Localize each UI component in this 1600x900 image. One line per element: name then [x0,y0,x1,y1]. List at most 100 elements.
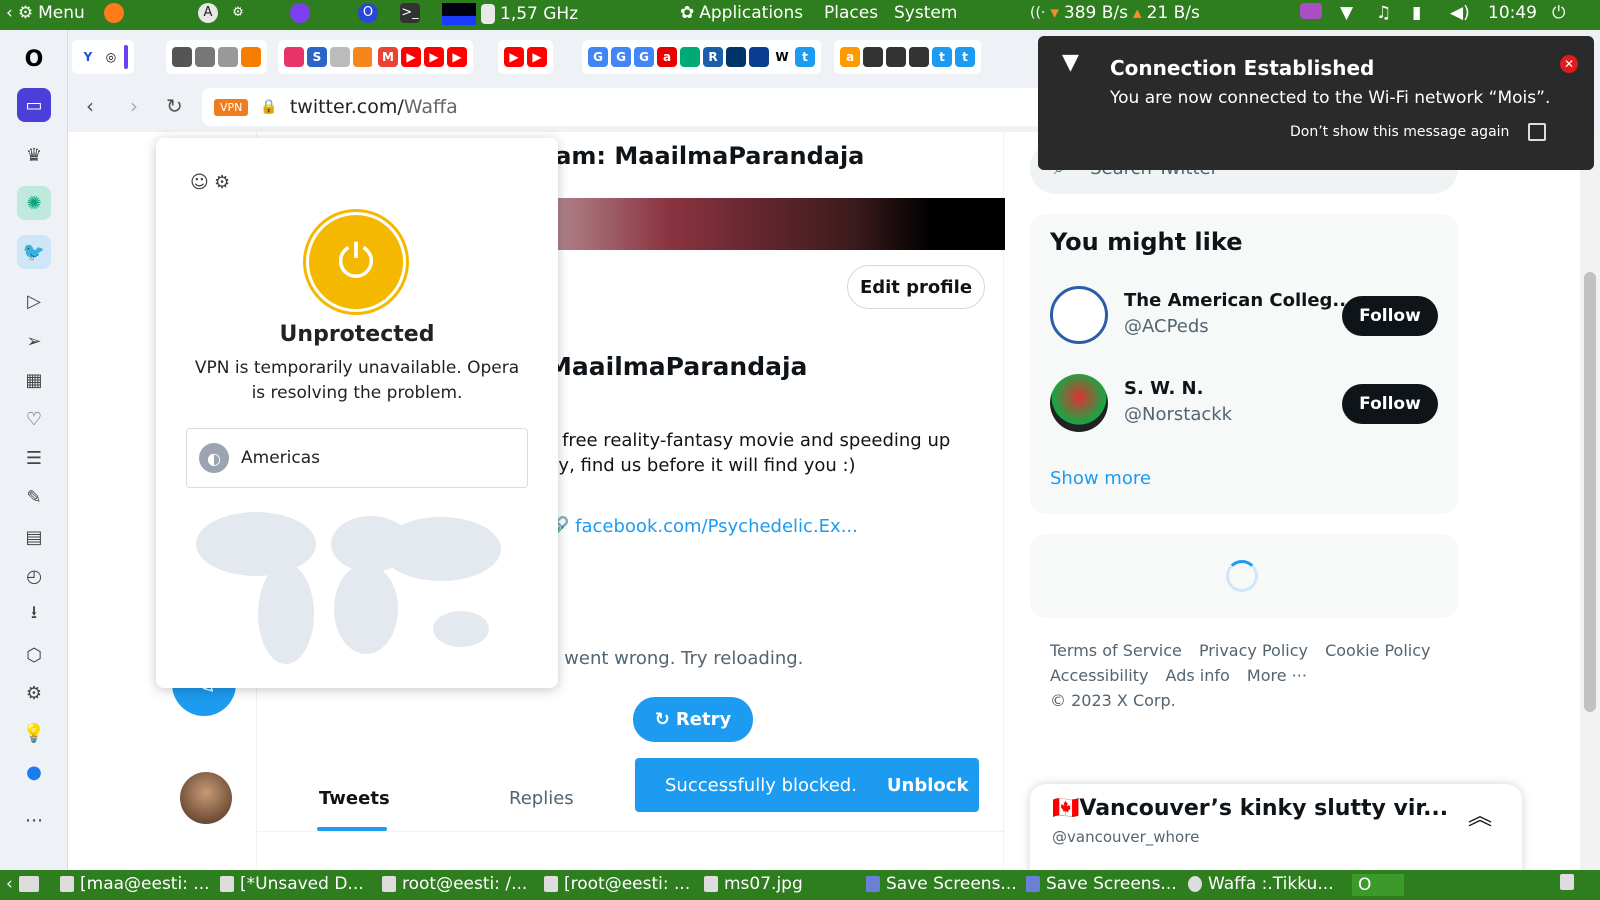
suggestion-item[interactable]: S. W. N. @Norstackk Follow [1050,374,1440,434]
sidebar-extensions-button[interactable]: ⬡ [17,638,51,672]
sidebar-tips-button[interactable]: 💡 [17,716,51,750]
fullscreen-icon[interactable] [1528,123,1546,141]
smiley-icon[interactable]: ☺ [190,172,209,193]
account-avatar[interactable] [180,772,232,824]
trash-applet[interactable] [1560,874,1574,890]
suggestion-name[interactable]: S. W. N. [1124,378,1203,399]
tab-group-4[interactable]: M ▶ ▶ ▶ [372,40,473,74]
taskbar-item[interactable]: Save Screens... [866,874,1017,894]
scrollbar-thumb[interactable] [1584,272,1596,712]
taskbar-item[interactable]: ms07.jpg [704,874,803,894]
suggestion-name[interactable]: The American Colleg... [1124,290,1353,311]
suggestion-avatar[interactable] [1050,286,1108,344]
tab-tweets[interactable]: Tweets [319,788,390,809]
play-circle-icon: ▷ [27,290,41,312]
footer-terms[interactable]: Terms of Service [1050,641,1182,660]
sidebar-pinboards-button[interactable]: ▭ [17,88,51,122]
back-button[interactable]: ‹ [86,94,94,118]
footer-more[interactable]: More ··· [1247,666,1307,685]
vpn-badge[interactable]: VPN [214,98,249,116]
taskbar-item-label: [root@eesti: ... [564,874,691,894]
power-button[interactable]: ⏻ [1552,3,1565,23]
retry-button[interactable]: ↻ Retry [633,697,753,742]
sidebar-history-button[interactable]: ◴ [17,559,51,593]
tab-group-1[interactable]: Y ◎ [72,40,134,74]
terminal-launcher[interactable]: >_ [400,3,420,23]
opera-launcher[interactable]: O [358,3,378,23]
sidebar-twitter-button[interactable]: 🐦 [17,235,51,269]
taskbar-item[interactable]: [maa@eesti: ... [60,874,210,894]
messages-drawer[interactable]: 🇨🇦Vancouver’s kinky slutty vir... @vanco… [1030,784,1522,874]
tab-group-6[interactable]: G G G a R W t [582,40,821,74]
footer-ads[interactable]: Ads info [1166,666,1230,685]
sidebar-workspaces-button[interactable]: ▦ [17,363,51,397]
tab-group-2[interactable] [166,40,267,74]
wifi-indicator[interactable]: ▼ [1340,3,1353,23]
forward-button[interactable]: › [130,94,138,118]
sidebar-send-button[interactable]: ➢ [17,324,51,358]
sidebar-chatgpt-button[interactable]: ✺ [17,186,51,220]
applications-label: Applications [699,3,804,23]
tab-group-3[interactable]: S [278,40,379,74]
show-desktop-button[interactable]: ‹ [6,874,39,894]
youtube-favicon-2: ▶ [424,47,444,67]
address-field[interactable]: VPN 🔒 twitter.com/Waffa [202,88,1102,126]
suggestion-item[interactable]: The American Colleg... @ACPeds Follow [1050,286,1440,346]
opera-logo-icon[interactable]: O [17,42,51,76]
sidebar-player-button[interactable]: ▷ [17,284,51,318]
wifi-icon: ▼ [1062,50,1079,75]
settings-launcher[interactable]: ⚙ [228,3,248,23]
tab-replies[interactable]: Replies [509,788,574,809]
battery-indicator[interactable]: ▮ [1412,3,1421,23]
footer-privacy[interactable]: Privacy Policy [1199,641,1308,660]
sidebar-edit-button[interactable]: ✎ [17,480,51,514]
places-menu[interactable]: Places [824,3,878,23]
main-menu-button[interactable]: ‹ ⚙ Menu [6,3,85,23]
workspace-switcher[interactable]: O [1352,874,1404,896]
suggestion-avatar[interactable] [1050,374,1108,432]
system-menu[interactable]: System [894,3,957,23]
follow-button[interactable]: Follow [1342,384,1438,424]
follow-button[interactable]: Follow [1342,296,1438,336]
sidebar-tabs-button[interactable]: ▤ [17,520,51,554]
sidebar-news-button[interactable]: ☰ [17,441,51,475]
reload-button[interactable]: ↻ [166,94,183,118]
vpn-settings-gear-icon[interactable]: ⚙ [214,172,230,193]
audio-recorder-indicator[interactable] [1300,3,1322,19]
lightbulb-icon: 💡 [22,722,46,744]
taskbar-item[interactable]: [root@eesti: ... [544,874,690,894]
sidebar-bookmarks-button[interactable]: ♡ [17,402,51,436]
sidebar-downloads-button[interactable]: ⭳ [17,598,51,632]
expand-up-icon[interactable]: ︽ [1468,796,1492,831]
firefox-launcher[interactable] [104,3,124,23]
sidebar-chat-button[interactable]: ● [17,755,51,789]
inkscape-launcher[interactable]: A [198,3,218,23]
lock-icon[interactable]: 🔒 [260,99,277,115]
taskbar-item[interactable]: Waffa :.Tikku... [1188,874,1334,894]
tor-launcher[interactable] [290,3,310,23]
taskbar-item[interactable]: Save Screens... [1026,874,1177,894]
notification-title: Connection Established [1110,56,1375,80]
unblock-button[interactable]: Unblock [887,775,969,796]
sidebar-more-button[interactable]: ⋯ [17,803,51,837]
footer-accessibility[interactable]: Accessibility [1050,666,1148,685]
profile-link[interactable]: 🔗 facebook.com/Psychedelic.Ex... [547,516,858,537]
page-scrollbar[interactable] [1580,132,1600,870]
tab-group-7[interactable]: a t t [834,40,981,74]
vpn-power-button[interactable]: ⏻ [306,212,406,312]
applications-menu[interactable]: ✿ Applications [680,3,803,23]
dont-show-again-link[interactable]: Don’t show this message again [1290,124,1509,140]
clock[interactable]: 10:49 [1488,3,1537,23]
sidebar-crown-button[interactable]: ♛ [17,138,51,172]
tab-group-5[interactable]: ▶ ▶ [498,40,553,74]
sidebar-settings-button[interactable]: ⚙ [17,676,51,710]
volume-indicator[interactable]: ◀) [1450,3,1470,23]
show-more-link[interactable]: Show more [1050,468,1151,489]
edit-profile-button[interactable]: Edit profile [847,265,985,309]
close-icon[interactable]: ✕ [1560,55,1578,73]
taskbar-item[interactable]: [*Unsaved D... [220,874,364,894]
taskbar-item[interactable]: root@eesti: /... [382,874,527,894]
footer-cookie[interactable]: Cookie Policy [1325,641,1430,660]
notifications-indicator[interactable]: ♫ [1376,3,1391,23]
vpn-region-selector[interactable]: ◐ Americas [186,428,528,488]
